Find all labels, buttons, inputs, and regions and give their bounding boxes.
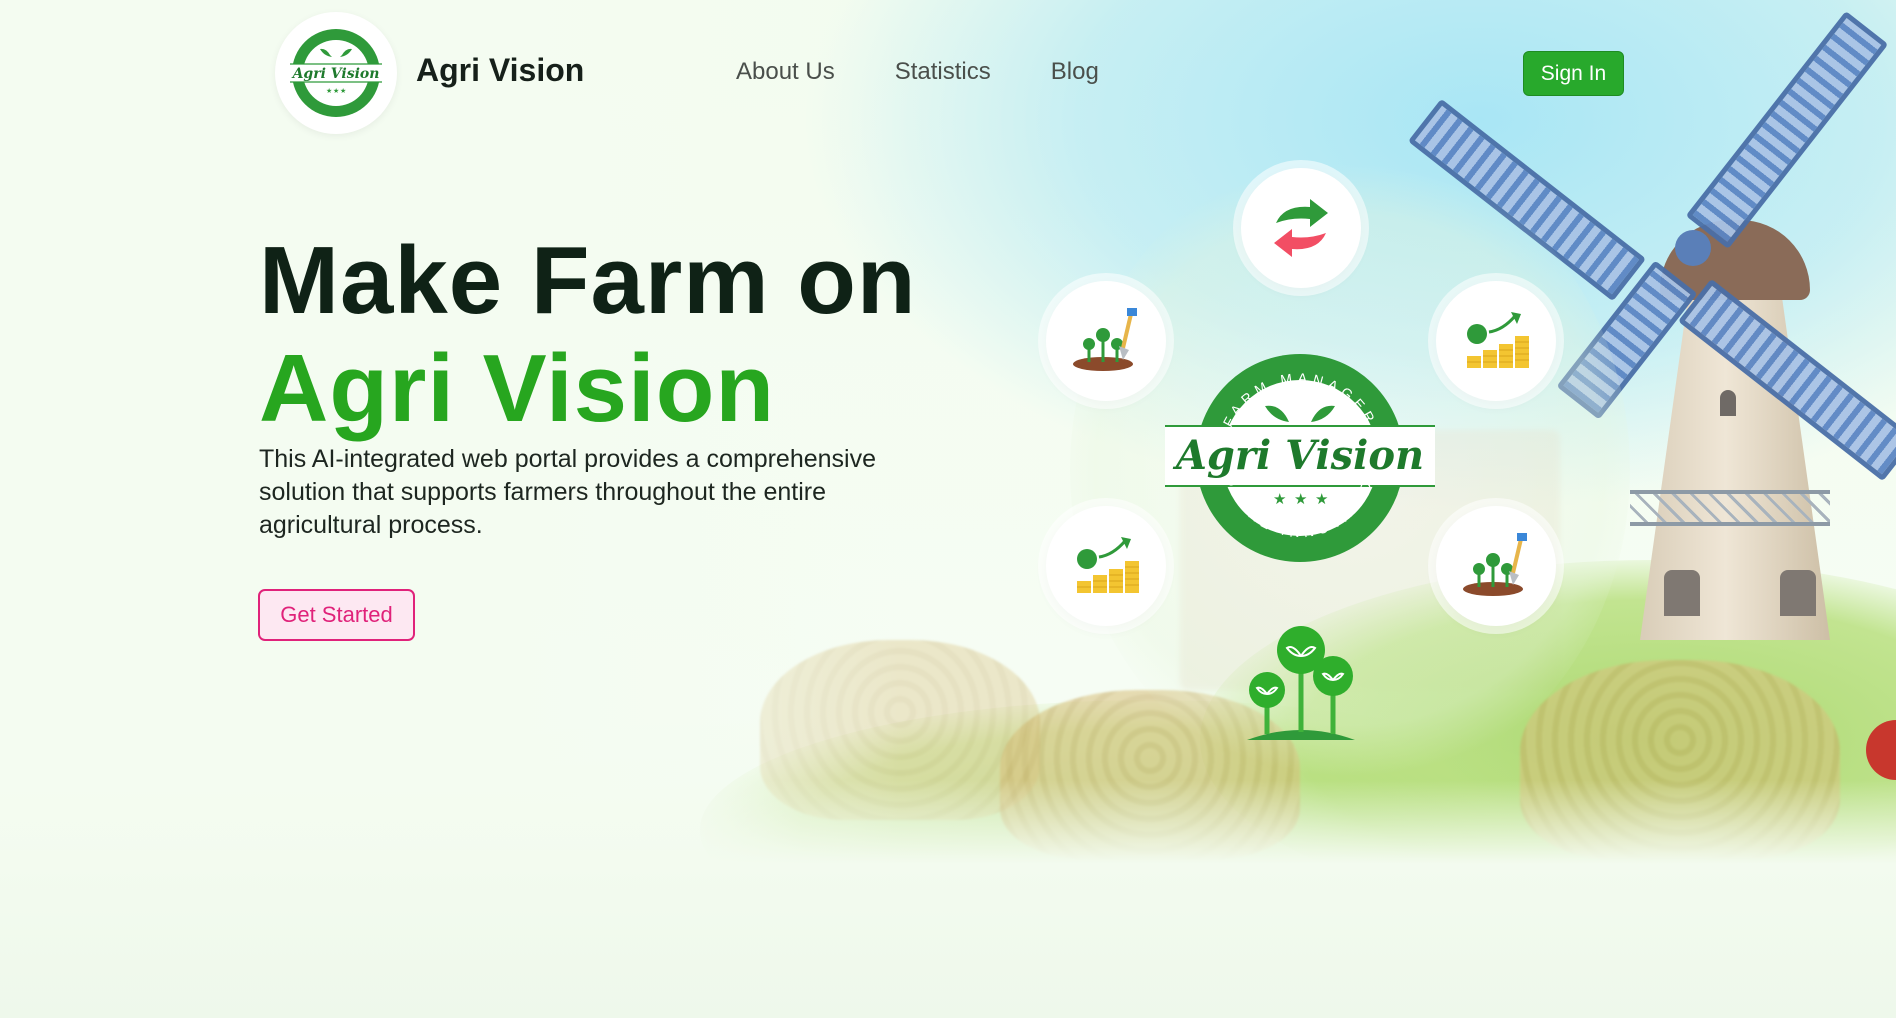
svg-text:★: ★ xyxy=(333,87,339,95)
svg-text:★: ★ xyxy=(1315,490,1328,508)
hero-title-line1: Make Farm on xyxy=(259,227,917,334)
nav-item-blog[interactable]: Blog xyxy=(1051,58,1099,86)
feature-bubble-coins[interactable] xyxy=(1436,281,1556,401)
coins-growth-icon xyxy=(1077,537,1139,593)
feature-bubble-coins-2[interactable] xyxy=(1046,506,1166,626)
sign-in-button[interactable]: Sign In xyxy=(1523,51,1624,96)
svg-text:★: ★ xyxy=(340,87,346,95)
svg-text:★: ★ xyxy=(1294,490,1307,508)
svg-text:★: ★ xyxy=(1273,490,1286,508)
plants-icon xyxy=(1243,622,1359,742)
nav-item-about-us[interactable]: About Us xyxy=(736,58,835,86)
feature-bubble-sync[interactable] xyxy=(1241,168,1361,288)
sprout-shovel-icon xyxy=(1073,308,1137,371)
get-started-button[interactable]: Get Started xyxy=(258,589,415,641)
agri-vision-badge: FARM MANAGER FUTURE INNOVATION Agri Visi… xyxy=(1165,352,1435,564)
sprout-shovel-icon xyxy=(1463,533,1527,596)
nav-item-statistics[interactable]: Statistics xyxy=(895,58,991,86)
logo[interactable]: Agri Vision ★ ★ ★ xyxy=(275,12,397,134)
coins-growth-icon xyxy=(1467,312,1529,368)
svg-text:Agri Vision: Agri Vision xyxy=(1172,432,1424,479)
hero-description: This AI-integrated web portal provides a… xyxy=(259,445,876,539)
feature-bubble-sprout-2[interactable] xyxy=(1436,506,1556,626)
windmill-hub xyxy=(1675,230,1711,266)
agri-vision-badge-icon: FARM MANAGER FUTURE INNOVATION Agri Visi… xyxy=(1165,354,1435,562)
svg-text:★: ★ xyxy=(326,87,332,95)
agri-vision-logo-icon: Agri Vision ★ ★ ★ xyxy=(290,29,382,117)
hero-title-line2: Agri Vision xyxy=(259,335,775,442)
feature-bubble-sprout[interactable] xyxy=(1046,281,1166,401)
header: Agri Vision ★ ★ ★ Agri Vision About Us S… xyxy=(0,0,1896,150)
main-nav: About Us Statistics Blog xyxy=(736,58,1099,86)
svg-text:Agri Vision: Agri Vision xyxy=(291,66,380,82)
brand-name: Agri Vision xyxy=(416,52,585,88)
sync-arrows-icon xyxy=(1274,199,1328,257)
